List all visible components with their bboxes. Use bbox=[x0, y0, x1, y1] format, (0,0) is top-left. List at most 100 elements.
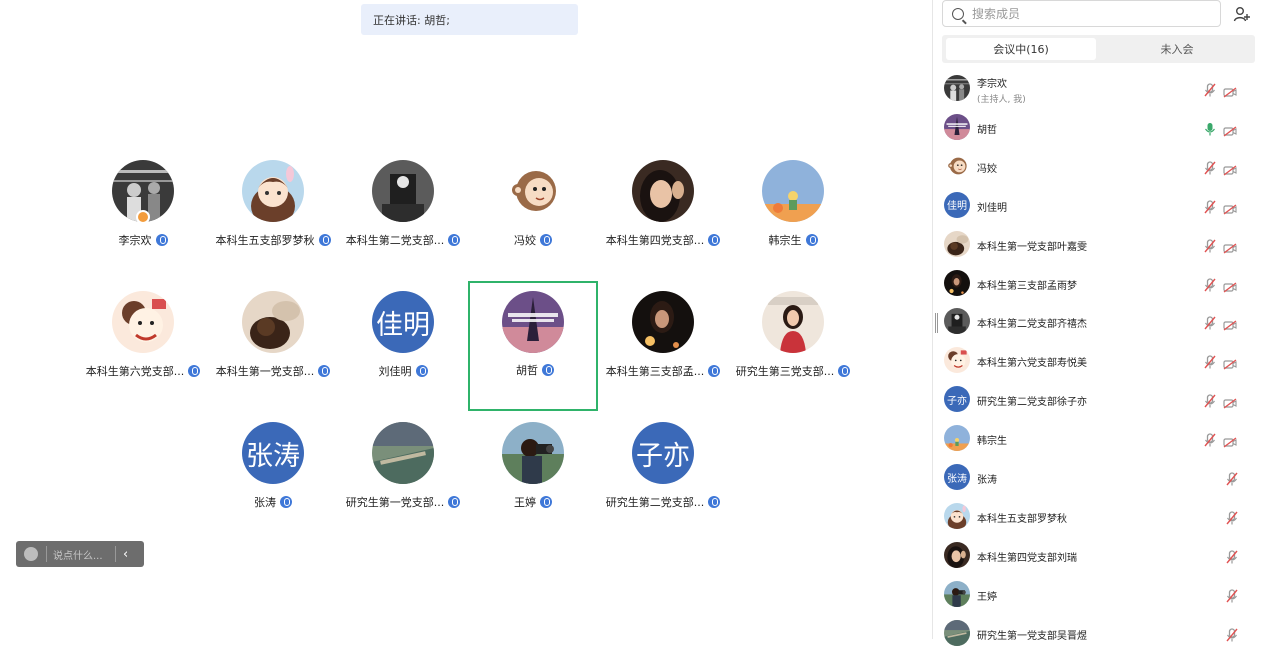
member-name: 李宗欢 bbox=[977, 79, 1007, 90]
search-input[interactable]: 搜索成员 bbox=[972, 5, 1020, 22]
member-row[interactable]: 本科生五支部罗梦秋 bbox=[942, 499, 1252, 535]
avatar-image bbox=[112, 291, 174, 353]
participant-avatar bbox=[112, 291, 174, 353]
camera-off-icon[interactable] bbox=[1223, 278, 1237, 293]
mic-muted-icon[interactable] bbox=[1204, 160, 1216, 175]
avatar-image bbox=[502, 291, 564, 353]
camera-off-icon[interactable] bbox=[1223, 433, 1237, 448]
camera-off-icon[interactable] bbox=[1223, 161, 1237, 176]
camera-off-icon[interactable] bbox=[1223, 316, 1237, 331]
mic-muted-icon[interactable] bbox=[1204, 432, 1216, 447]
member-row[interactable]: 冯姣 bbox=[942, 149, 1252, 185]
member-row[interactable]: 本科生第二党支部齐禧杰 bbox=[942, 304, 1252, 340]
member-row[interactable]: 本科生第四党支部刘瑞 bbox=[942, 538, 1252, 574]
participant-tile[interactable]: 本科生第六党支部... bbox=[78, 289, 208, 419]
camera-off-icon[interactable] bbox=[1223, 239, 1237, 254]
participant-tile[interactable]: 本科生第四党支部... bbox=[598, 158, 728, 288]
participant-tile[interactable]: 本科生五支部罗梦秋 bbox=[208, 158, 338, 288]
chat-input-bar[interactable]: 说点什么... ‹ bbox=[16, 541, 144, 567]
mic-on-icon[interactable] bbox=[1204, 121, 1216, 136]
member-avatar bbox=[944, 113, 970, 140]
member-row[interactable]: 本科生第三支部孟雨梦 bbox=[942, 266, 1252, 302]
speaking-label: 正在讲话: 胡哲; bbox=[373, 14, 450, 27]
mic-muted-icon[interactable] bbox=[1204, 315, 1216, 330]
member-search[interactable]: 搜索成员 bbox=[942, 0, 1221, 27]
member-row[interactable]: 胡哲 bbox=[942, 110, 1252, 146]
participant-tile[interactable]: 本科生第一党支部... bbox=[208, 289, 338, 419]
member-row[interactable]: 李宗欢 (主持人, 我) bbox=[942, 71, 1252, 107]
avatar-image bbox=[944, 308, 970, 335]
participant-caption: 本科生第四党支部... bbox=[598, 232, 728, 248]
mic-muted-icon[interactable] bbox=[1226, 627, 1238, 642]
mic-muted-icon[interactable] bbox=[1204, 277, 1216, 291]
participant-name: 本科生第二党支部... bbox=[345, 234, 445, 247]
camera-off-icon[interactable] bbox=[1223, 355, 1237, 370]
member-row[interactable]: 张涛 张涛 bbox=[942, 460, 1252, 496]
tab-in-meeting[interactable]: 会议中(16) bbox=[946, 38, 1096, 60]
participant-tile[interactable]: 冯姣 bbox=[468, 158, 598, 288]
mic-status-icon bbox=[318, 234, 331, 246]
mic-status-icon bbox=[280, 496, 292, 508]
mic-muted-icon[interactable] bbox=[1226, 549, 1238, 564]
member-avatar: 张涛 bbox=[944, 464, 970, 490]
camera-off-icon[interactable] bbox=[1223, 83, 1237, 98]
participant-tile[interactable]: 胡哲 bbox=[468, 281, 598, 411]
participant-tile[interactable]: 韩宗生 bbox=[728, 158, 858, 288]
member-row[interactable]: 本科生第一党支部叶嘉雯 bbox=[942, 227, 1252, 263]
camera-off-icon[interactable] bbox=[1223, 122, 1237, 137]
mic-status-icon bbox=[708, 365, 721, 377]
chat-divider bbox=[46, 546, 47, 562]
avatar-image bbox=[944, 75, 970, 101]
participant-tile[interactable]: 佳明 刘佳明 bbox=[338, 289, 468, 419]
member-avatar bbox=[944, 75, 970, 101]
mic-muted-icon[interactable] bbox=[1226, 510, 1238, 525]
participant-name: 本科生五支部罗梦秋 bbox=[215, 234, 315, 247]
member-row[interactable]: 韩宗生 bbox=[942, 421, 1252, 457]
member-avatar bbox=[944, 619, 970, 646]
participant-tile[interactable]: 研究生第一党支部... bbox=[338, 420, 468, 550]
avatar-image bbox=[502, 422, 564, 484]
participant-tile[interactable]: 子亦 研究生第二党支部... bbox=[598, 420, 728, 550]
video-grid-area: 正在讲话: 胡哲; 李宗欢 本科生五支部罗梦秋 本科生第二党支部... 冯姣 本科生第四… bbox=[0, 0, 932, 639]
participant-tile[interactable]: 本科生第三支部孟... bbox=[598, 289, 728, 419]
add-member-button[interactable] bbox=[1229, 1, 1255, 27]
member-name: 胡哲 bbox=[977, 124, 997, 136]
participant-caption: 本科生第三支部孟... bbox=[598, 363, 728, 379]
mic-muted-icon[interactable] bbox=[1226, 471, 1238, 486]
member-row[interactable]: 子亦 研究生第二党支部徐子亦 bbox=[942, 382, 1252, 418]
participant-tile[interactable]: 李宗欢 bbox=[78, 158, 208, 288]
member-avatar bbox=[944, 152, 970, 179]
mic-muted-icon[interactable] bbox=[1204, 82, 1216, 97]
participant-caption: 冯姣 bbox=[468, 232, 598, 248]
member-row[interactable]: 本科生第六党支部寿悦美 bbox=[942, 343, 1252, 379]
chevron-left-icon[interactable]: ‹ bbox=[123, 547, 128, 562]
member-row[interactable]: 王婷 bbox=[942, 577, 1252, 613]
member-avatar bbox=[944, 347, 970, 374]
participant-avatar bbox=[632, 291, 694, 353]
member-row[interactable]: 研究生第一党支部吴晋煜 bbox=[942, 616, 1252, 652]
participant-avatar bbox=[632, 160, 694, 222]
participant-tile[interactable]: 王婷 bbox=[468, 420, 598, 550]
camera-off-icon[interactable] bbox=[1223, 394, 1237, 409]
participant-tile[interactable]: 研究生第三党支部... bbox=[728, 289, 858, 419]
mic-muted-icon[interactable] bbox=[1204, 354, 1216, 369]
mic-muted-icon[interactable] bbox=[1204, 393, 1216, 408]
tab-not-joined[interactable]: 未入会 bbox=[1102, 38, 1252, 60]
mic-muted-icon[interactable] bbox=[1204, 199, 1216, 214]
mic-status-icon bbox=[318, 365, 331, 377]
participant-tile[interactable]: 张涛 张涛 bbox=[208, 420, 338, 550]
chat-placeholder[interactable]: 说点什么... bbox=[53, 547, 115, 562]
host-badge-icon bbox=[136, 210, 150, 224]
camera-off-icon[interactable] bbox=[1223, 200, 1237, 215]
participant-tile[interactable]: 本科生第二党支部... bbox=[338, 158, 468, 288]
participant-caption: 刘佳明 bbox=[338, 363, 468, 379]
emoji-icon[interactable] bbox=[24, 547, 38, 561]
mic-muted-icon[interactable] bbox=[1204, 238, 1216, 253]
mic-muted-icon[interactable] bbox=[1226, 588, 1238, 603]
member-row[interactable]: 佳明 刘佳明 bbox=[942, 188, 1252, 224]
mic-status-icon bbox=[448, 234, 461, 246]
member-name: 本科生第二党支部齐禧杰 bbox=[977, 319, 1087, 331]
avatar-image bbox=[944, 502, 970, 529]
participant-name: 本科生第一党支部... bbox=[215, 365, 315, 378]
participant-avatar bbox=[762, 291, 824, 353]
